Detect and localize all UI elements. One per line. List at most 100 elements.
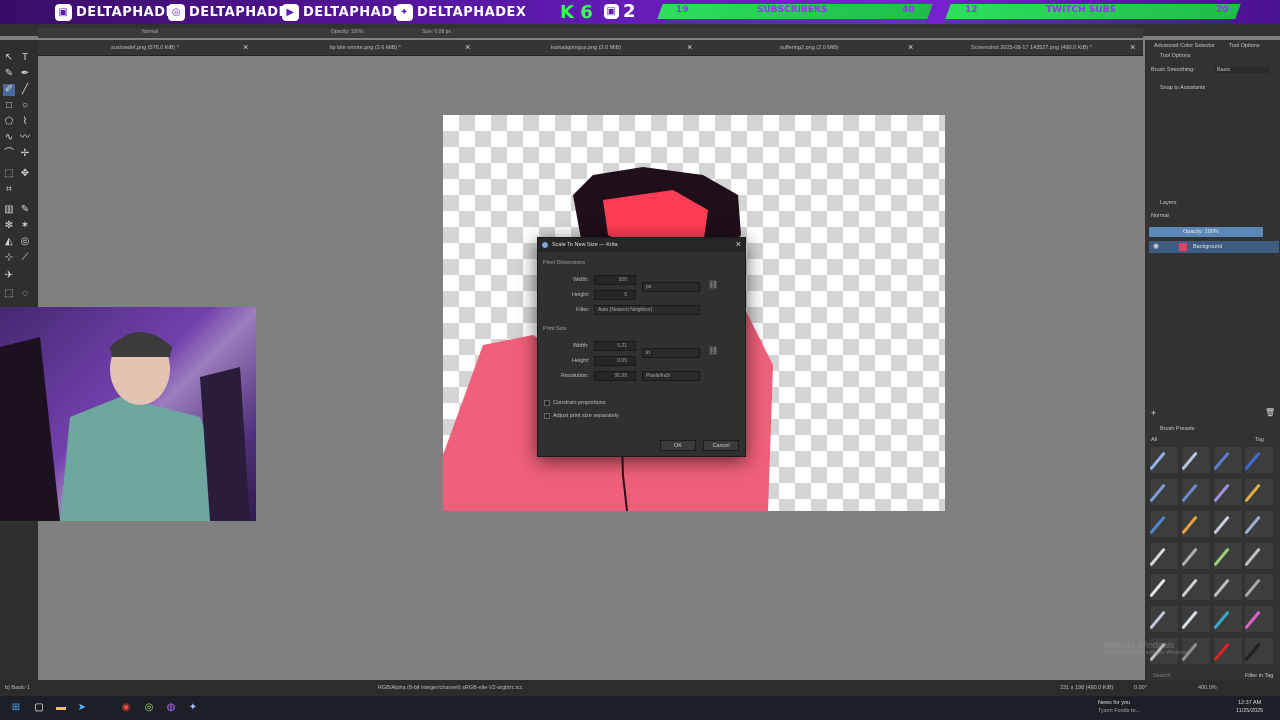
brush-preset[interactable] (1245, 478, 1274, 505)
assistant-tool-icon[interactable]: ⊹ (3, 252, 15, 264)
search-icon[interactable]: ▢ (31, 700, 47, 716)
edit-shapes-icon[interactable]: ✎ (3, 68, 15, 80)
link-icon[interactable]: ⛓ (708, 280, 718, 289)
brush-preset[interactable] (1213, 542, 1242, 569)
brush-preset[interactable] (1181, 542, 1210, 569)
freehand-brush-icon[interactable]: ✐ (3, 84, 15, 96)
app-icon[interactable]: ◍ (163, 700, 179, 716)
move-tool-icon[interactable]: ✥ (19, 168, 31, 180)
filter-in-tag-checkbox[interactable]: Filter in Tag (1245, 673, 1273, 679)
color-picker-icon[interactable]: ✎ (19, 204, 31, 216)
bezier-tool-icon[interactable]: ∿ (3, 132, 15, 144)
krita-icon[interactable]: ✦ (185, 700, 201, 716)
brush-preset[interactable] (1213, 574, 1242, 601)
tab-lip-bite-emote[interactable]: lip bite emote.png (2.6 MiB) * (330, 40, 401, 56)
brush-preset[interactable] (1150, 447, 1178, 473)
snap-assistants-label[interactable]: Snap to Assistants (1160, 85, 1205, 91)
brush-preset[interactable] (1150, 478, 1178, 505)
select-shapes-icon[interactable]: ↖ (3, 52, 15, 64)
clock-time[interactable]: 12:37 AM (1238, 700, 1261, 706)
close-icon[interactable]: × (687, 42, 692, 52)
layers-opacity-slider[interactable]: Opacity: 100% (1149, 227, 1263, 237)
blend-mode-select[interactable]: Normal (142, 29, 158, 35)
brush-preset[interactable] (1245, 574, 1274, 601)
fill-tool-icon[interactable]: ◭ (3, 236, 15, 248)
brush-presets-filter[interactable]: All (1151, 437, 1157, 443)
tab-suslowdef[interactable]: suslowdef.png (576.0 KiB) * (111, 40, 179, 56)
print-width-input[interactable]: 5.21 (594, 341, 636, 351)
colorize-mask-icon[interactable]: ✶ (19, 220, 31, 232)
clock-date[interactable]: 11/25/2025 (1236, 708, 1263, 714)
size-slider[interactable]: Size: 0.08 px (422, 29, 451, 35)
print-unit-select[interactable]: in (642, 348, 700, 358)
app-icon[interactable]: ➤ (74, 700, 90, 716)
ellipse-select-icon[interactable]: ◌ (19, 288, 31, 300)
visibility-icon[interactable]: ◉ (1153, 242, 1159, 250)
add-layer-icon[interactable]: + (1151, 408, 1156, 418)
brush-search-input[interactable]: Search (1153, 673, 1170, 679)
crop-tool-icon[interactable]: ⌗ (3, 184, 15, 196)
filter-select[interactable]: Auto (Nearest Neighbor) (594, 305, 700, 315)
rect-select-icon[interactable]: ⬚ (3, 288, 15, 300)
brush-preset[interactable] (1213, 447, 1242, 473)
chrome-icon[interactable]: ◉ (118, 700, 134, 716)
brush-preset[interactable] (1245, 542, 1274, 569)
brush-preset[interactable] (1181, 478, 1210, 505)
resolution-input[interactable]: 95.99 (594, 371, 636, 381)
brush-preset[interactable] (1245, 447, 1274, 473)
brush-preset[interactable] (1213, 478, 1242, 505)
close-icon[interactable]: × (465, 42, 470, 52)
resolution-unit-select[interactable]: Pixels/Inch (642, 371, 700, 381)
calligraphy-icon[interactable]: ✒ (19, 68, 31, 80)
tab-suffering2[interactable]: suffering2.png (2.0 MiB) (780, 40, 839, 56)
polygon-tool-icon[interactable]: ⬠ (3, 116, 15, 128)
folder-icon[interactable]: ▬ (53, 700, 69, 716)
layer-row-background[interactable]: ◉ Background (1149, 241, 1279, 253)
zoom-status[interactable]: 400.0% (1198, 685, 1217, 691)
tab-advanced-color-selector[interactable]: Advanced Color Selector (1154, 43, 1215, 49)
reference-tool-icon[interactable]: ✈ (3, 270, 15, 282)
gradient-tool-icon[interactable]: ▥ (3, 204, 15, 216)
adjust-checkbox[interactable] (544, 413, 550, 419)
multibrush-icon[interactable]: ✢ (19, 148, 31, 160)
brush-preset[interactable] (1150, 606, 1178, 633)
brush-preset[interactable] (1150, 542, 1178, 569)
ok-button[interactable]: OK (660, 440, 696, 451)
brush-preset[interactable] (1213, 510, 1242, 537)
freehand-path-icon[interactable]: 〰 (19, 132, 31, 144)
tab-tool-options[interactable]: Tool Options (1229, 43, 1260, 49)
brush-preset[interactable] (1150, 574, 1178, 601)
brush-presets-tag[interactable]: Tag (1255, 437, 1264, 443)
news-widget[interactable]: News for you (1098, 700, 1130, 706)
opacity-slider[interactable]: Opacity: 100% (331, 29, 364, 35)
tab-kamalajomgus[interactable]: kamalajomgus.png (2.0 MiB) (551, 40, 621, 56)
rectangle-tool-icon[interactable]: □ (3, 100, 15, 112)
line-tool-icon[interactable]: ╱ (19, 84, 31, 96)
delete-layer-icon[interactable]: 🗑 (1265, 408, 1275, 417)
polyline-tool-icon[interactable]: ⌇ (19, 116, 31, 128)
transform-tool-icon[interactable]: ⬚ (3, 168, 15, 180)
app-icon[interactable]: ◎ (141, 700, 157, 716)
brush-preset[interactable] (1245, 510, 1274, 537)
brush-preset[interactable] (1245, 638, 1274, 665)
enclose-fill-icon[interactable]: ◎ (19, 236, 31, 248)
close-icon[interactable]: × (1130, 42, 1135, 52)
constrain-checkbox[interactable] (544, 400, 550, 406)
layers-blend-select[interactable]: Normal (1151, 213, 1169, 219)
ellipse-tool-icon[interactable]: ○ (19, 100, 31, 112)
pixel-width-input[interactable]: 500 (594, 275, 636, 285)
brush-preset[interactable] (1181, 574, 1210, 601)
pixel-unit-select[interactable]: px (642, 282, 700, 292)
measure-tool-icon[interactable]: ⟋ (19, 252, 31, 264)
print-height-input[interactable]: 0.05 (594, 356, 636, 366)
brush-smoothing-select[interactable]: Basic (1215, 67, 1270, 73)
cancel-button[interactable]: Cancel (703, 440, 739, 451)
text-tool-icon[interactable]: T (19, 52, 31, 64)
close-icon[interactable]: × (908, 42, 913, 52)
start-icon[interactable]: ⊞ (8, 700, 24, 716)
brush-preset[interactable] (1181, 510, 1210, 537)
link-icon[interactable]: ⛓ (708, 346, 718, 355)
tab-screenshot[interactable]: Screenshot 2025-08-17 143527.png (480.0 … (971, 40, 1092, 56)
dynamic-brush-icon[interactable]: ⌒ (3, 148, 15, 160)
smart-patch-icon[interactable]: ✻ (3, 220, 15, 232)
